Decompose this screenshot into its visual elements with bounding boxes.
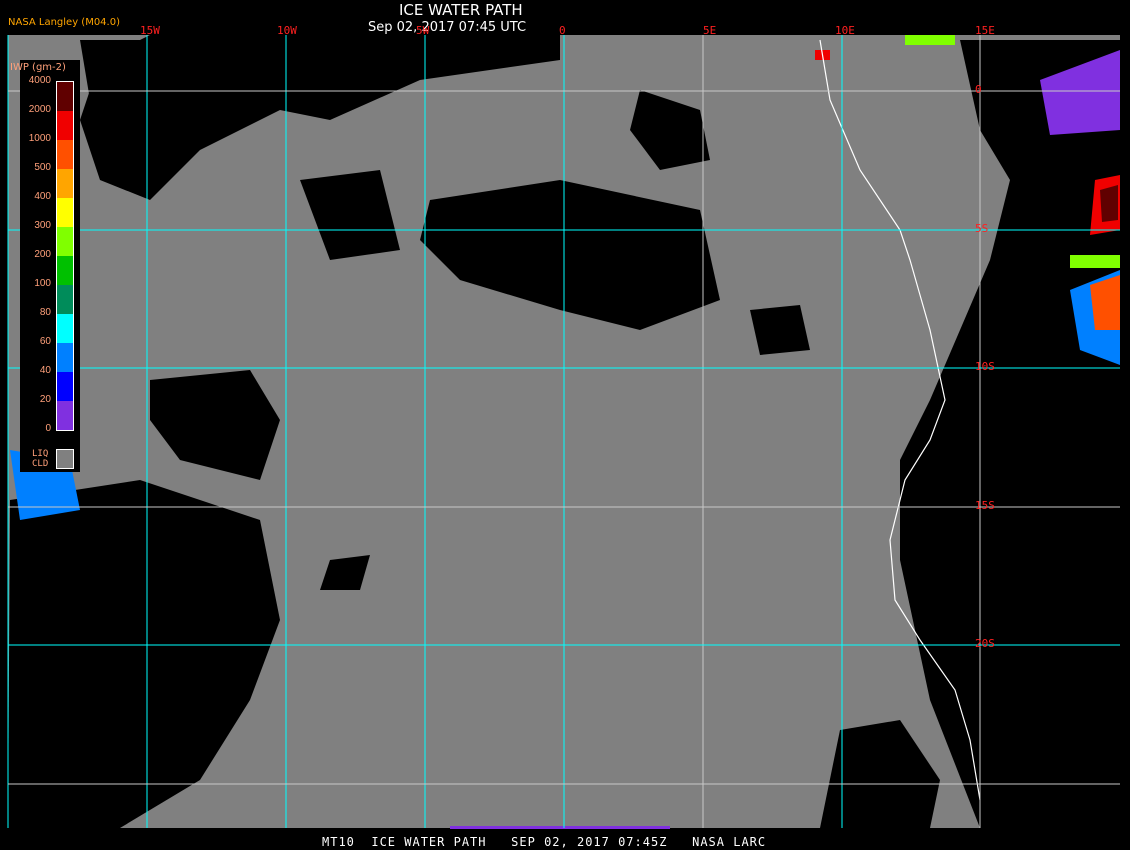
lat-label: 10S bbox=[975, 360, 995, 373]
legend-tick: 1000 bbox=[28, 133, 51, 144]
legend-tick: 20 bbox=[39, 394, 51, 405]
liquid-cloud-swatch bbox=[56, 449, 74, 469]
lon-label: 10E bbox=[835, 24, 855, 37]
satellite-map bbox=[7, 35, 1120, 829]
legend-tick: 40 bbox=[39, 365, 51, 376]
lon-label: 5E bbox=[703, 24, 717, 37]
color-bar bbox=[56, 81, 74, 431]
lon-label: 15E bbox=[975, 24, 995, 37]
lat-label: 5S bbox=[975, 222, 989, 235]
cld-label: CLD bbox=[32, 459, 49, 469]
legend-swatch bbox=[57, 343, 73, 372]
legend-swatch bbox=[57, 82, 73, 111]
color-legend: IWP (gm-2) 4000 2000 1000 500 400 300 200 100 80… bbox=[10, 60, 80, 472]
legend-swatch bbox=[57, 111, 73, 140]
liq-label: LIQ bbox=[32, 449, 49, 459]
legend-swatch bbox=[57, 140, 73, 169]
legend-swatch bbox=[57, 285, 73, 314]
legend-tick: 100 bbox=[34, 278, 51, 289]
lat-label: 15S bbox=[975, 499, 995, 512]
legend-tick: 400 bbox=[34, 191, 51, 202]
legend-swatch bbox=[57, 227, 73, 256]
legend-tick: 200 bbox=[34, 249, 51, 260]
lon-label: 10W bbox=[277, 24, 297, 37]
legend-swatch bbox=[57, 372, 73, 401]
legend-tick: 2000 bbox=[28, 104, 51, 115]
legend-tick: 60 bbox=[39, 336, 51, 347]
lon-label: 15W bbox=[140, 24, 160, 37]
lat-label: 20S bbox=[975, 637, 995, 650]
datetime: Sep 02, 2017 07:45 UTC bbox=[368, 20, 527, 35]
legend-swatch bbox=[57, 256, 73, 285]
legend-tick: 0 bbox=[45, 423, 51, 434]
legend-swatch bbox=[57, 314, 73, 343]
product-title: ICE WATER PATH bbox=[399, 1, 523, 19]
footer-caption: MT10 ICE WATER PATH SEP 02, 2017 07:45Z … bbox=[322, 835, 767, 849]
legend-tick: 300 bbox=[34, 220, 51, 231]
legend-swatch bbox=[57, 401, 73, 430]
legend-swatch bbox=[57, 198, 73, 227]
legend-tick: 4000 bbox=[28, 75, 51, 86]
legend-tick: 80 bbox=[39, 307, 51, 318]
lon-label: 0 bbox=[559, 24, 566, 37]
lat-label: 0 bbox=[975, 83, 982, 96]
legend-swatch bbox=[57, 169, 73, 198]
legend-tick: 500 bbox=[34, 162, 51, 173]
credit: NASA Langley (M04.0) bbox=[8, 17, 120, 28]
legend-unit: IWP (gm-2) bbox=[10, 62, 66, 73]
lon-label: 5W bbox=[416, 24, 430, 37]
